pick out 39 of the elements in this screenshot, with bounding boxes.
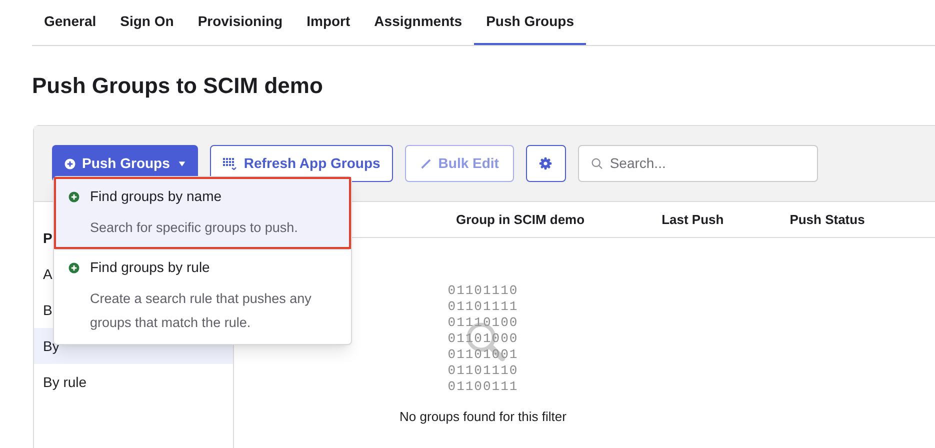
sidebar-item[interactable]: By rule	[43, 372, 87, 392]
menu-item-title: Find groups by rule	[90, 258, 210, 277]
column-header: Last Push	[662, 210, 724, 229]
tab[interactable]: Push Groups	[474, 0, 586, 45]
binary-text: 01110100	[448, 315, 518, 331]
column-header: Group in SCIM demo	[456, 210, 585, 229]
binary-text: 01101111	[448, 299, 518, 315]
plus-circle-icon	[68, 262, 80, 274]
sidebar-item[interactable]: A	[43, 264, 52, 284]
caret-icon	[178, 160, 186, 168]
sidebar-item[interactable]: B	[43, 300, 52, 320]
binary-text: 01101110	[448, 363, 518, 379]
menu-item[interactable]: Find groups by name Search for specific groups to push.	[54, 177, 351, 249]
grid-icon	[222, 158, 237, 170]
menu-item[interactable]: Find groups by rule Create a search rule that pushes any groups that match the rule.	[54, 249, 351, 344]
tab[interactable]: Provisioning	[186, 0, 295, 45]
search-field[interactable]: Search...	[578, 145, 818, 182]
search-input[interactable]: Search...	[610, 153, 805, 174]
menu-item-description: Create a search rule that pushes any groups that match the rule.	[90, 290, 312, 332]
tab[interactable]: Assignments	[362, 0, 474, 45]
binary-text: 01101001	[448, 347, 518, 363]
sidebar-heading: P	[43, 228, 52, 248]
plus-circle-icon	[64, 158, 76, 170]
tab[interactable]: Import	[294, 0, 362, 45]
empty-message: No groups found for this filter	[400, 408, 566, 426]
settings-icon	[539, 157, 552, 170]
page-title: Push Groups to SCIM demo	[32, 72, 324, 100]
binary-text: 01101000	[448, 331, 518, 347]
tab[interactable]: General	[32, 0, 108, 45]
menu-item-title: Find groups by name	[90, 187, 222, 206]
binary-text: 01101110	[448, 283, 518, 299]
tab[interactable]: Sign On	[108, 0, 186, 45]
binary-text: 01100111	[448, 379, 518, 395]
pencil-icon	[420, 158, 432, 169]
menu-item-description: Search for specific groups to push.	[90, 219, 299, 237]
search-icon	[590, 157, 603, 170]
settings-button[interactable]	[526, 145, 566, 182]
plus-circle-icon	[68, 190, 80, 202]
column-header: Push Status	[790, 210, 865, 229]
